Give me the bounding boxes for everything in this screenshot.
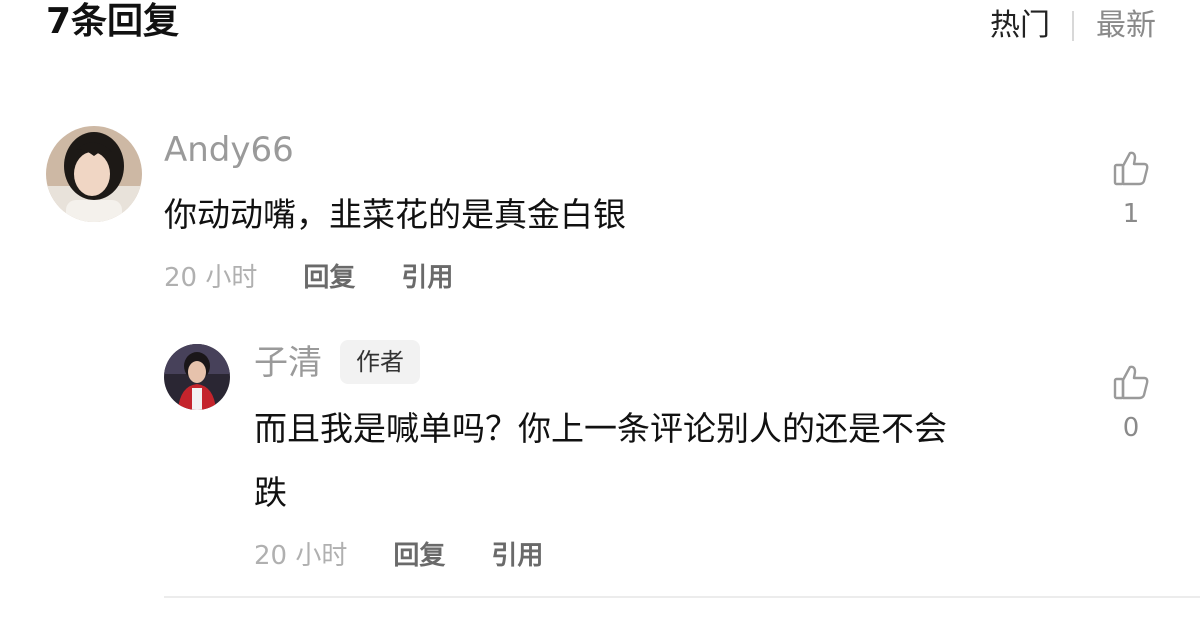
tab-divider <box>1072 11 1074 41</box>
avatar-ziqing[interactable] <box>164 344 230 410</box>
reply-like[interactable]: 0 <box>1106 362 1156 444</box>
author-badge: 作者 <box>340 340 420 384</box>
reply-text-line1: 而且我是喊单吗？你上一条评论别人的还是不会 <box>254 409 947 448</box>
reply-like-count: 0 <box>1122 413 1140 443</box>
tab-new[interactable]: 最新 <box>1096 6 1156 46</box>
comment-quote-button[interactable]: 引用 <box>401 260 453 296</box>
comment-username[interactable]: Andy66 <box>164 130 294 170</box>
avatar-andy66[interactable] <box>46 126 142 222</box>
comment-reply-button[interactable]: 回复 <box>303 260 355 296</box>
comment-text: 你动动嘴，韭菜花的是真金白银 <box>164 195 626 234</box>
reply-reply-button[interactable]: 回复 <box>393 538 445 574</box>
tab-hot[interactable]: 热门 <box>990 6 1050 46</box>
reply-username[interactable]: 子清 <box>254 343 322 383</box>
comment-like[interactable]: 1 <box>1106 148 1156 230</box>
comment-time: 20 小时 <box>164 263 258 293</box>
comment-like-count: 1 <box>1122 199 1140 229</box>
reply-meta: 20 小时 回复 引用 <box>254 538 589 574</box>
reply-quote-button[interactable]: 引用 <box>491 538 543 574</box>
sort-tabs: 热门 最新 <box>990 6 1156 46</box>
reply-text-line2: 跌 <box>254 473 287 512</box>
thumbs-up-icon[interactable] <box>1111 365 1151 406</box>
reply-count-title: 7条回复 <box>46 1 180 42</box>
reply-time: 20 小时 <box>254 541 348 571</box>
thumbs-up-icon[interactable] <box>1111 151 1151 192</box>
comment-meta: 20 小时 回复 引用 <box>164 260 499 296</box>
divider <box>164 596 1200 598</box>
